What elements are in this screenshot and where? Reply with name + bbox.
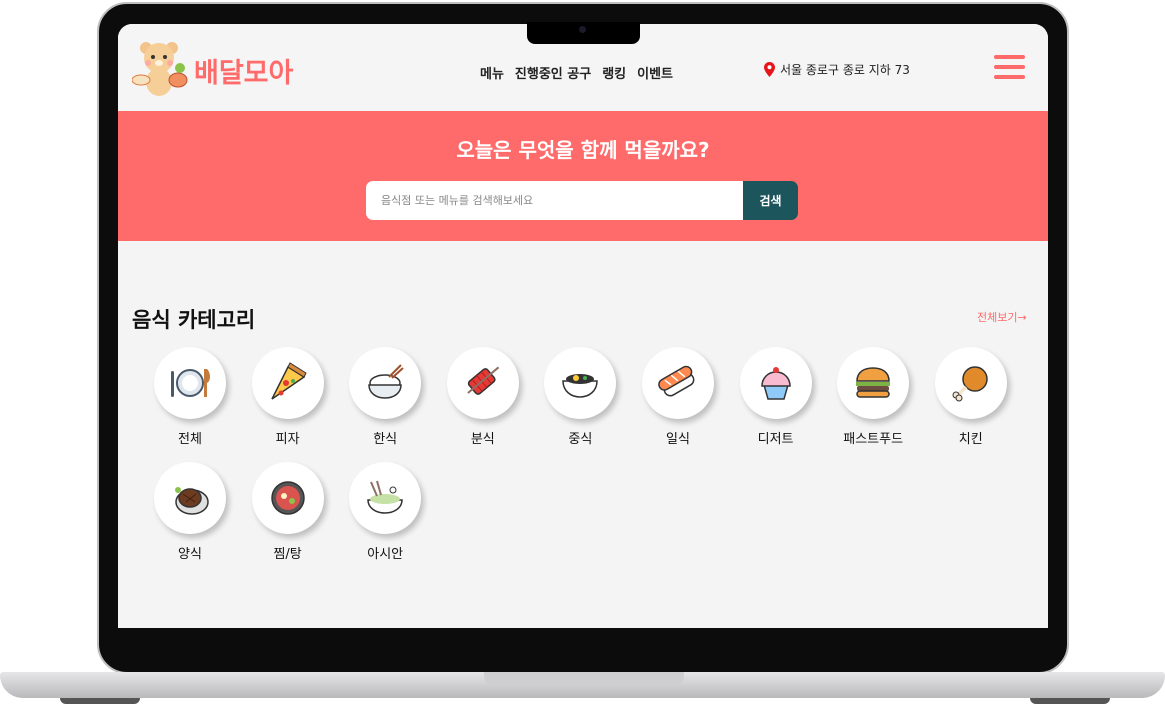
category-item[interactable]: 찜/탕 bbox=[251, 462, 324, 562]
pizza-icon bbox=[270, 362, 307, 400]
category-icon-circle[interactable] bbox=[641, 347, 714, 419]
nav-menu[interactable]: 메뉴 bbox=[480, 63, 504, 82]
category-label: 분식 bbox=[470, 432, 495, 447]
screen: 배달모아 메뉴 진행중인 공구 랭킹 이벤트 서울 종로구 종로 지하 73 오… bbox=[118, 24, 1048, 628]
utensils-icon bbox=[171, 369, 210, 397]
search-bar: 검색 bbox=[366, 181, 798, 220]
search-button[interactable]: 검색 bbox=[743, 181, 798, 220]
category-icon-circle[interactable] bbox=[251, 347, 324, 419]
bear-logo-icon[interactable] bbox=[132, 38, 188, 98]
category-item[interactable]: 디저트 bbox=[739, 347, 812, 447]
category-label: 패스트푸드 bbox=[843, 432, 904, 447]
category-label: 한식 bbox=[373, 432, 398, 447]
laptop-foot bbox=[1030, 698, 1110, 704]
hero-title: 오늘은 무엇을 함께 먹을까요? bbox=[456, 138, 710, 162]
category-item[interactable]: 패스트푸드 bbox=[837, 347, 910, 447]
category-icon-circle[interactable] bbox=[349, 462, 422, 534]
category-item[interactable]: 치킨 bbox=[934, 347, 1007, 447]
see-all-link[interactable]: 전체보기→ bbox=[977, 309, 1027, 325]
burger-icon bbox=[856, 367, 891, 398]
nav-event[interactable]: 이벤트 bbox=[637, 63, 673, 82]
nav-group-buy[interactable]: 진행중인 공구 bbox=[515, 63, 591, 82]
nav-ranking[interactable]: 랭킹 bbox=[602, 63, 626, 82]
category-icon-circle[interactable] bbox=[154, 347, 226, 419]
category-label: 전체 bbox=[178, 432, 202, 447]
category-label: 아시안 bbox=[367, 547, 404, 562]
category-icon-circle[interactable] bbox=[934, 347, 1007, 419]
camera-icon bbox=[579, 26, 586, 33]
category-item[interactable]: 일식 bbox=[641, 347, 714, 447]
category-icon-circle[interactable] bbox=[446, 347, 519, 419]
noodle-bowl-icon bbox=[562, 374, 599, 398]
location[interactable]: 서울 종로구 종로 지하 73 bbox=[764, 61, 910, 78]
location-text: 서울 종로구 종로 지하 73 bbox=[780, 63, 910, 77]
main-nav: 메뉴 진행중인 공구 랭킹 이벤트 bbox=[480, 63, 673, 82]
hero-banner: 오늘은 무엇을 함께 먹을까요? 검색 bbox=[118, 111, 1048, 241]
search-input[interactable] bbox=[366, 181, 743, 220]
category-icon-circle[interactable] bbox=[349, 347, 422, 419]
laptop-foot bbox=[60, 698, 140, 704]
section-title: 음식 카테고리 bbox=[132, 308, 256, 332]
asian-noodle-icon bbox=[367, 480, 403, 514]
category-item[interactable]: 피자 bbox=[251, 347, 324, 447]
map-pin-icon bbox=[764, 62, 775, 77]
sushi-icon bbox=[658, 365, 695, 397]
category-icon-circle[interactable] bbox=[154, 462, 226, 534]
category-label: 치킨 bbox=[958, 432, 983, 447]
category-label: 찜/탕 bbox=[273, 547, 302, 562]
steak-icon bbox=[175, 487, 209, 515]
category-item[interactable]: 중식 bbox=[544, 347, 617, 447]
laptop-groove bbox=[484, 672, 684, 686]
category-icon-circle[interactable] bbox=[739, 347, 812, 419]
category-item[interactable]: 전체 bbox=[154, 347, 226, 447]
brand-name[interactable]: 배달모아 bbox=[194, 51, 293, 90]
category-label: 일식 bbox=[666, 432, 690, 447]
category-item[interactable]: 양식 bbox=[154, 462, 226, 562]
tteokbokki-icon bbox=[467, 366, 499, 395]
category-icon-circle[interactable] bbox=[837, 347, 910, 419]
category-icon-circle[interactable] bbox=[544, 347, 617, 419]
category-item[interactable]: 아시안 bbox=[349, 462, 422, 562]
category-label: 피자 bbox=[275, 432, 300, 447]
hot-pot-icon bbox=[270, 481, 305, 515]
category-label: 중식 bbox=[568, 432, 593, 447]
category-label: 양식 bbox=[178, 547, 202, 562]
cupcake-icon bbox=[760, 367, 791, 400]
category-item[interactable]: 한식 bbox=[349, 347, 422, 447]
camera-notch bbox=[527, 22, 640, 44]
rice-bowl-icon bbox=[368, 364, 404, 399]
category-label: 디저트 bbox=[757, 432, 794, 447]
category-grid: 전체 피자 한식 분식 중식 일식 디저트 패스트푸드 치킨양식 찜/탕 아시안 bbox=[154, 347, 1034, 562]
hamburger-menu-icon[interactable] bbox=[994, 55, 1025, 79]
category-icon-circle[interactable] bbox=[251, 462, 324, 534]
chicken-leg-icon bbox=[952, 366, 988, 402]
category-item[interactable]: 분식 bbox=[446, 347, 519, 447]
